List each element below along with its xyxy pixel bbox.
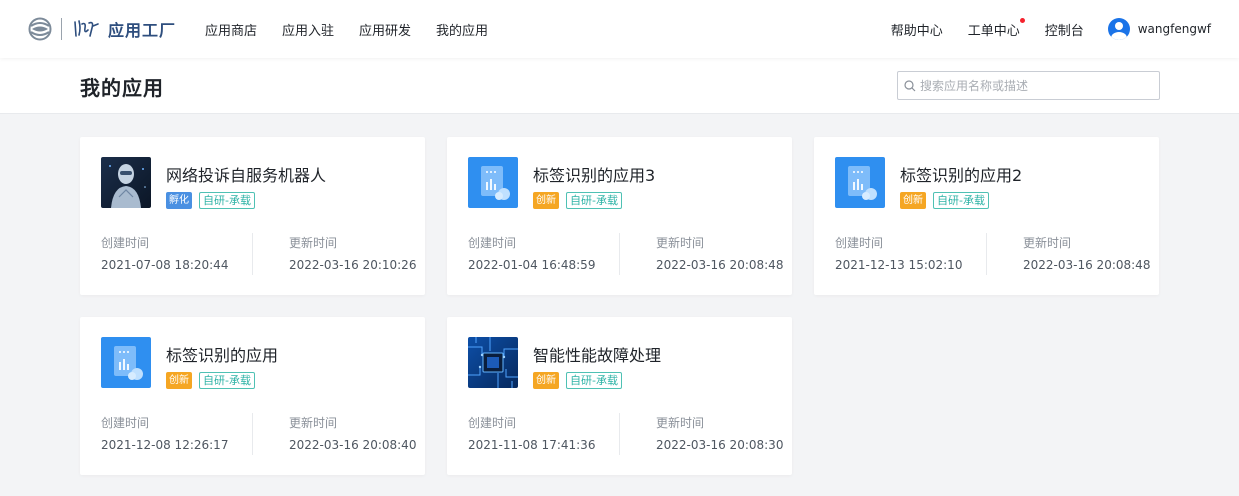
- status-badge: 孵化: [166, 192, 192, 209]
- nav-app-onboarding[interactable]: 应用入驻: [282, 20, 334, 39]
- brand-logo[interactable]: 应用工厂: [28, 14, 176, 44]
- user-menu[interactable]: wangfengwf: [1107, 18, 1211, 40]
- app-tags: 创新 自研-承载: [900, 192, 989, 209]
- nav-app-development[interactable]: 应用研发: [359, 20, 411, 39]
- updated-label: 更新时间: [656, 236, 705, 250]
- app-name: 标签识别的应用2: [900, 166, 1023, 185]
- username: wangfengwf: [1137, 22, 1211, 36]
- app-document-icon: [101, 337, 151, 388]
- meta-divider: [252, 233, 253, 275]
- china-mobile-logo-icon: [28, 17, 52, 41]
- type-badge: 自研-承载: [566, 372, 622, 389]
- app-name: 标签识别的应用3: [533, 166, 656, 185]
- app-tags: 创新 自研-承载: [166, 372, 255, 389]
- ticket-center-link[interactable]: 工单中心: [967, 17, 1025, 39]
- notification-dot: [1019, 17, 1025, 23]
- meta-divider: [986, 233, 987, 275]
- nav-my-apps[interactable]: 我的应用: [436, 20, 488, 39]
- main-nav: 应用商店 应用入驻 应用研发 我的应用: [205, 0, 513, 58]
- created-label: 创建时间: [468, 236, 517, 250]
- top-right-menu: 帮助中心 工单中心 控制台 wangfengwf: [866, 0, 1211, 58]
- nav-app-store[interactable]: 应用商店: [205, 20, 257, 39]
- updated-time: 2022-03-16 20:08:48: [1023, 258, 1151, 272]
- updated-time: 2022-03-16 20:08:48: [656, 258, 784, 272]
- app-name: 网络投诉自服务机器人: [166, 166, 327, 185]
- created-time: 2021-12-08 12:26:17: [101, 438, 229, 452]
- status-badge: 创新: [533, 372, 559, 389]
- created-time: 2021-07-08 18:20:44: [101, 258, 229, 272]
- meta-divider: [619, 233, 620, 275]
- app-name: 智能性能故障处理: [533, 346, 662, 365]
- updated-label: 更新时间: [289, 236, 338, 250]
- app-card[interactable]: 网络投诉自服务机器人 孵化 自研-承载 创建时间 2021-07-08 18:2…: [80, 137, 425, 295]
- created-time: 2021-11-08 17:41:36: [468, 438, 596, 452]
- status-badge: 创新: [900, 192, 926, 209]
- app-name: 标签识别的应用: [166, 346, 279, 365]
- console-link[interactable]: 控制台: [1045, 20, 1084, 39]
- created-time: 2022-01-04 16:48:59: [468, 258, 596, 272]
- updated-label: 更新时间: [289, 416, 338, 430]
- updated-time: 2022-03-16 20:08:40: [289, 438, 417, 452]
- app-tags: 孵化 自研-承载: [166, 192, 255, 209]
- search-box: [897, 71, 1160, 100]
- robot-image-icon: [101, 157, 151, 208]
- status-badge: 创新: [166, 372, 192, 389]
- signature-logo-icon: [74, 20, 99, 37]
- meta-divider: [252, 413, 253, 455]
- type-badge: 自研-承载: [199, 372, 255, 389]
- created-label: 创建时间: [101, 416, 150, 430]
- updated-label: 更新时间: [1023, 236, 1072, 250]
- help-center-link[interactable]: 帮助中心: [891, 20, 943, 39]
- type-badge: 自研-承载: [199, 192, 255, 209]
- app-tags: 创新 自研-承载: [533, 372, 622, 389]
- created-label: 创建时间: [101, 236, 150, 250]
- app-card[interactable]: 智能性能故障处理 创新 自研-承载 创建时间 2021-11-08 17:41:…: [447, 317, 792, 475]
- updated-time: 2022-03-16 20:08:30: [656, 438, 784, 452]
- updated-label: 更新时间: [656, 416, 705, 430]
- circuit-chip-image-icon: [468, 337, 518, 388]
- page-header: 我的应用: [0, 58, 1239, 114]
- user-avatar-icon: [1107, 18, 1130, 40]
- search-input[interactable]: [920, 78, 1150, 93]
- status-badge: 创新: [533, 192, 559, 209]
- page-title: 我的应用: [80, 76, 164, 100]
- ticket-center-label: 工单中心: [967, 23, 1020, 39]
- brand-name: 应用工厂: [108, 21, 177, 40]
- logo-divider: [61, 18, 62, 40]
- app-tags: 创新 自研-承载: [533, 192, 622, 209]
- created-time: 2021-12-13 15:02:10: [835, 258, 963, 272]
- search-icon: [904, 79, 916, 91]
- updated-time: 2022-03-16 20:10:26: [289, 258, 417, 272]
- app-card[interactable]: 标签识别的应用 创新 自研-承载 创建时间 2021-12-08 12:26:1…: [80, 317, 425, 475]
- type-badge: 自研-承载: [933, 192, 989, 209]
- app-card[interactable]: 标签识别的应用2 创新 自研-承载 创建时间 2021-12-13 15:02:…: [814, 137, 1159, 295]
- meta-divider: [619, 413, 620, 455]
- created-label: 创建时间: [468, 416, 517, 430]
- type-badge: 自研-承载: [566, 192, 622, 209]
- app-card[interactable]: 标签识别的应用3 创新 自研-承载 创建时间 2022-01-04 16:48:…: [447, 137, 792, 295]
- top-navbar: 应用工厂 应用商店 应用入驻 应用研发 我的应用 帮助中心 工单中心 控制台 w…: [0, 0, 1239, 58]
- app-document-icon: [835, 157, 885, 208]
- created-label: 创建时间: [835, 236, 884, 250]
- app-document-icon: [468, 157, 518, 208]
